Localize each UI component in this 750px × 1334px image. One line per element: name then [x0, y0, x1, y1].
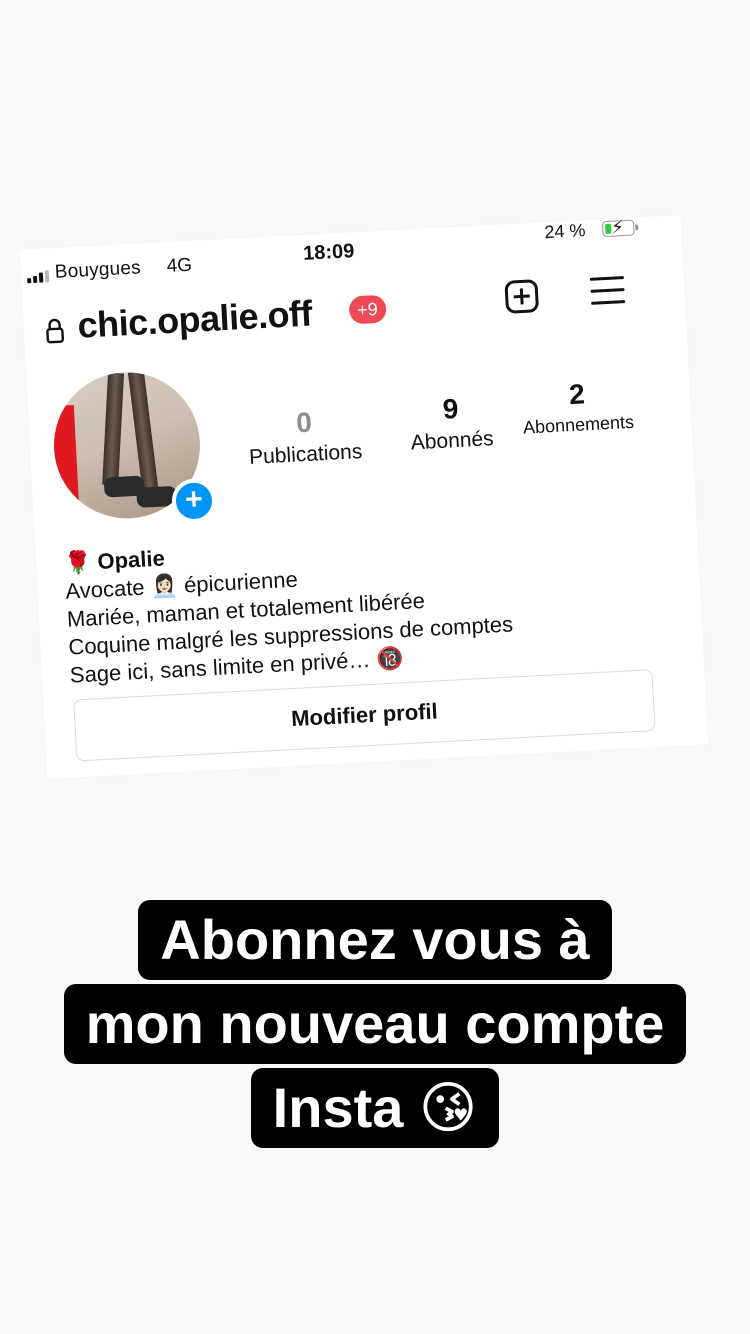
following-count: 2 [568, 378, 586, 411]
carrier-name: Bouygues [54, 257, 142, 283]
new-post-icon[interactable] [504, 279, 540, 315]
notification-badge[interactable]: +9 [348, 294, 387, 325]
publications-count: 0 [295, 406, 313, 439]
menu-icon[interactable] [589, 276, 626, 306]
publications-label: Publications [248, 440, 363, 469]
clock: 18:09 [302, 240, 355, 265]
battery-percent: 24 % [543, 220, 586, 243]
story-canvas: Bouygues 4G 18:09 24 % ⚡ chic.opalie.off… [0, 0, 750, 1334]
signal-icon [27, 270, 50, 284]
charging-bolt-icon: ⚡ [610, 217, 625, 238]
network-type: 4G [166, 254, 193, 277]
stat-publications[interactable]: 0 Publications [238, 404, 371, 471]
profile-screenshot: Bouygues 4G 18:09 24 % ⚡ chic.opalie.off… [19, 215, 709, 779]
story-caption: Abonnez vous à mon nouveau compte Insta … [0, 900, 750, 1152]
caption-line: Abonnez vous à [138, 900, 612, 980]
username[interactable]: chic.opalie.off [77, 293, 313, 347]
battery-icon: ⚡ [601, 217, 635, 238]
caption-line: Insta 😘 [250, 1068, 500, 1148]
stat-following[interactable]: 2 Abonnements [511, 375, 644, 439]
followers-count: 9 [441, 392, 460, 425]
followers-label: Abonnés [410, 427, 495, 455]
stat-followers[interactable]: 9 Abonnés [390, 390, 513, 456]
following-label: Abonnements [522, 411, 635, 438]
lock-icon [46, 318, 65, 344]
caption-line: mon nouveau compte [63, 984, 687, 1064]
bio: 🌹 Opalie Avocate 👩🏻‍💼 épicurienne Mariée… [63, 520, 630, 689]
add-story-icon[interactable]: + [170, 477, 218, 525]
